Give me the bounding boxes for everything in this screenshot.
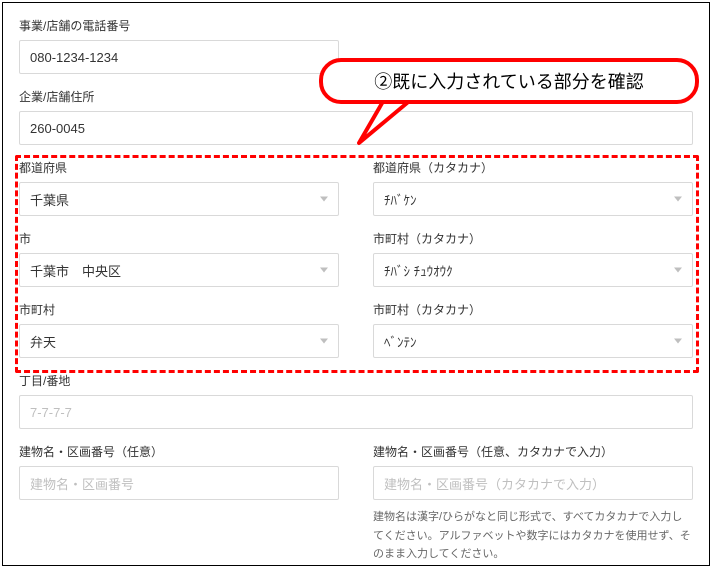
city-value: 千葉市 中央区 [30,261,121,280]
building-kana-input[interactable]: 建物名・区画番号（カタカナで入力） [373,466,693,500]
prefecture-kana-value: ﾁﾊﾞｹﾝ [384,190,417,209]
chevron-down-icon [320,268,328,273]
callout-tail-icon [355,95,415,155]
building-kana-hint: 建物名は漢字/ひらがなと同じ形式で、すべてカタカナで入力してください。アルファベ… [373,508,693,564]
town-kana-select[interactable]: ﾍﾞﾝﾃﾝ [373,324,693,358]
prefecture-select[interactable]: 千葉県 [19,182,339,216]
callout-bubble: ②既に入力されている部分を確認 [319,58,699,104]
address-value: 260-0045 [30,121,85,136]
town-kana-value: ﾍﾞﾝﾃﾝ [384,332,417,351]
building-kana-placeholder: 建物名・区画番号（カタカナで入力） [384,474,605,493]
block-placeholder: 7-7-7-7 [30,405,72,420]
town-value: 弁天 [30,332,56,351]
city-kana-label: 市町村（カタカナ） [373,230,693,247]
phone-input[interactable]: 080-1234-1234 [19,40,339,74]
prefecture-label: 都道府県 [19,159,339,176]
callout-text: ②既に入力されている部分を確認 [374,68,643,94]
town-kana-label: 市町村（カタカナ） [373,301,693,318]
block-label: 丁目/番地 [19,372,693,389]
building-placeholder: 建物名・区画番号 [30,474,134,493]
building-input[interactable]: 建物名・区画番号 [19,466,339,500]
prefecture-kana-select[interactable]: ﾁﾊﾞｹﾝ [373,182,693,216]
town-label: 市町村 [19,301,339,318]
town-select[interactable]: 弁天 [19,324,339,358]
chevron-down-icon [674,268,682,273]
chevron-down-icon [674,339,682,344]
chevron-down-icon [320,197,328,202]
block-input[interactable]: 7-7-7-7 [19,395,693,429]
building-kana-label: 建物名・区画番号（任意、カタカナで入力） [373,443,693,460]
chevron-down-icon [674,197,682,202]
prefecture-value: 千葉県 [30,190,69,209]
city-select[interactable]: 千葉市 中央区 [19,253,339,287]
city-kana-value: ﾁﾊﾞｼ ﾁｭｳｵｳｸ [384,261,453,280]
city-label: 市 [19,230,339,247]
phone-label: 事業/店舗の電話番号 [19,17,693,34]
prefecture-kana-label: 都道府県（カタカナ） [373,159,693,176]
phone-value: 080-1234-1234 [30,50,118,65]
building-label: 建物名・区画番号（任意） [19,443,339,460]
city-kana-select[interactable]: ﾁﾊﾞｼ ﾁｭｳｵｳｸ [373,253,693,287]
chevron-down-icon [320,339,328,344]
